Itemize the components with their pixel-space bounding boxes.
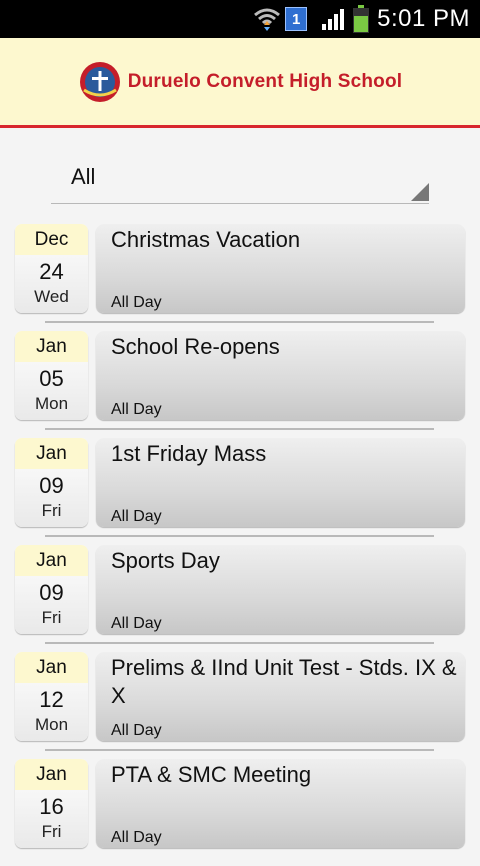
event-row[interactable]: Jan 09 Fri 1st Friday Mass All Day xyxy=(0,438,480,545)
event-day: 16 xyxy=(39,794,64,819)
event-row[interactable]: Jan 12 Mon Prelims & IInd Unit Test - St… xyxy=(0,652,480,759)
event-time: All Day xyxy=(111,401,162,418)
event-weekday: Fri xyxy=(41,501,62,520)
event-card[interactable]: 1st Friday Mass All Day xyxy=(96,438,465,527)
event-date-box: Jan 09 Fri xyxy=(15,545,88,634)
status-bar: 1 5:01 PM xyxy=(0,0,480,38)
wifi-icon xyxy=(254,8,281,31)
event-day: 12 xyxy=(39,687,64,712)
event-title: PTA & SMC Meeting xyxy=(111,762,312,787)
event-time: All Day xyxy=(111,829,162,846)
event-date-box: Jan 12 Mon xyxy=(15,652,88,741)
event-list: Dec 24 Wed Christmas Vacation All Day Ja… xyxy=(0,224,480,866)
event-date-box: Jan 16 Fri xyxy=(15,759,88,848)
divider xyxy=(45,535,434,537)
event-card[interactable]: School Re-opens All Day xyxy=(96,331,465,420)
category-filter-dropdown[interactable]: All xyxy=(51,158,429,204)
event-month: Jan xyxy=(15,331,88,362)
event-date-box: Jan 05 Mon xyxy=(15,331,88,420)
event-month: Dec xyxy=(15,224,88,255)
school-name: Duruelo Convent High School xyxy=(127,70,403,92)
divider xyxy=(45,749,434,751)
dropdown-caret-icon xyxy=(411,183,429,201)
divider xyxy=(45,642,434,644)
event-card[interactable]: PTA & SMC Meeting All Day xyxy=(96,759,465,848)
event-weekday: Wed xyxy=(34,287,69,306)
event-weekday: Mon xyxy=(34,715,69,734)
event-title: Prelims & IInd Unit Test - Stds. IX & X xyxy=(111,655,457,708)
event-weekday: Mon xyxy=(34,394,69,413)
event-title: 1st Friday Mass xyxy=(111,441,267,466)
event-month: Jan xyxy=(15,545,88,576)
event-title: School Re-opens xyxy=(111,334,280,359)
app-header: Duruelo Convent High School xyxy=(0,38,480,128)
event-card[interactable]: Sports Day All Day xyxy=(96,545,465,634)
event-row[interactable]: Jan 16 Fri PTA & SMC Meeting All Day xyxy=(0,759,480,866)
event-title: Sports Day xyxy=(111,548,220,573)
event-title: Christmas Vacation xyxy=(111,227,301,252)
event-time: All Day xyxy=(111,508,162,525)
event-row[interactable]: Jan 09 Fri Sports Day All Day xyxy=(0,545,480,652)
divider xyxy=(45,321,434,323)
event-card[interactable]: Christmas Vacation All Day xyxy=(96,224,465,313)
clock: 5:01 PM xyxy=(377,5,470,32)
event-time: All Day xyxy=(111,294,162,311)
event-row[interactable]: Dec 24 Wed Christmas Vacation All Day xyxy=(0,224,480,331)
event-row[interactable]: Jan 05 Mon School Re-opens All Day xyxy=(0,331,480,438)
event-date-box: Dec 24 Wed xyxy=(15,224,88,313)
school-crest-logo xyxy=(79,61,120,102)
battery-icon xyxy=(353,5,370,33)
signal-icon xyxy=(322,9,345,30)
event-weekday: Fri xyxy=(41,608,62,627)
event-day: 09 xyxy=(39,580,64,605)
event-time: All Day xyxy=(111,615,162,632)
event-month: Jan xyxy=(15,652,88,683)
event-card[interactable]: Prelims & IInd Unit Test - Stds. IX & X … xyxy=(96,652,465,741)
event-date-box: Jan 09 Fri xyxy=(15,438,88,527)
event-weekday: Fri xyxy=(41,822,62,841)
event-month: Jan xyxy=(15,759,88,790)
event-day: 09 xyxy=(39,473,64,498)
event-month: Jan xyxy=(15,438,88,469)
notification-badge: 1 xyxy=(285,7,308,31)
event-day: 05 xyxy=(39,366,64,391)
filter-selected-value: All xyxy=(71,164,96,189)
event-time: All Day xyxy=(111,722,162,739)
divider xyxy=(45,428,434,430)
event-day: 24 xyxy=(39,259,64,284)
